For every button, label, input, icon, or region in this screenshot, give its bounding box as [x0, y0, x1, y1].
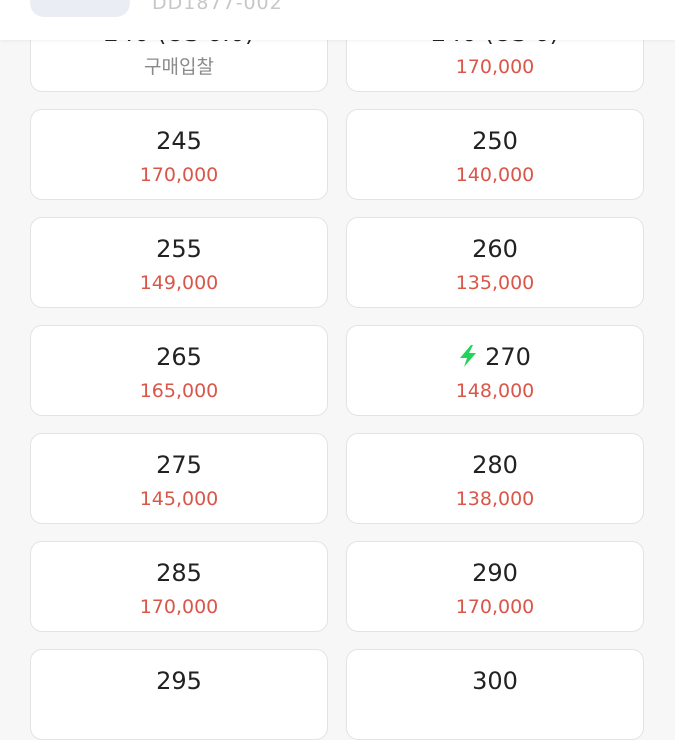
price-label: 148,000 — [455, 380, 535, 402]
size-label-with-icon: 270 — [347, 342, 643, 372]
size-label: 265 — [156, 343, 202, 371]
size-option-card[interactable]: 295 — [30, 649, 328, 740]
price-label: 135,000 — [455, 272, 535, 294]
price-label: 138,000 — [455, 488, 535, 510]
size-label: 295 — [156, 667, 202, 695]
size-option-card[interactable]: 300 — [346, 649, 644, 740]
size-label: 250 — [472, 127, 518, 155]
bid-label: 구매입찰 — [144, 56, 214, 78]
size-option-card[interactable]: 260 135,000 — [346, 217, 644, 308]
size-option-card[interactable]: 255 149,000 — [30, 217, 328, 308]
size-label: 275 — [156, 451, 202, 479]
price-label: 170,000 — [455, 596, 535, 618]
size-label: 280 — [472, 451, 518, 479]
size-label: 260 — [472, 235, 518, 263]
price-label: 170,000 — [455, 56, 535, 78]
size-option-card[interactable]: 275 145,000 — [30, 433, 328, 524]
product-header: DD1877-002 — [0, 0, 675, 40]
price-label: 145,000 — [139, 488, 219, 510]
size-price-grid: 240 (US 6.0) 구매입찰 240 (US 6) 170,000 245… — [0, 0, 675, 740]
size-label: 270 — [485, 343, 531, 371]
product-thumbnail — [30, 0, 130, 17]
price-label: 170,000 — [139, 596, 219, 618]
size-label: 255 — [156, 235, 202, 263]
price-label: 140,000 — [455, 164, 535, 186]
size-option-card[interactable]: 285 170,000 — [30, 541, 328, 632]
size-option-card[interactable]: 290 170,000 — [346, 541, 644, 632]
model-code: DD1877-002 — [152, 0, 283, 14]
size-label: 300 — [472, 667, 518, 695]
size-label: 245 — [156, 127, 202, 155]
size-label: 285 — [156, 559, 202, 587]
size-label: 290 — [472, 559, 518, 587]
size-option-card[interactable]: 245 170,000 — [30, 109, 328, 200]
size-option-card[interactable]: 265 165,000 — [30, 325, 328, 416]
size-option-card[interactable]: 270 148,000 — [346, 325, 644, 416]
price-label: 165,000 — [139, 380, 219, 402]
price-label: 149,000 — [139, 272, 219, 294]
size-option-card[interactable]: 250 140,000 — [346, 109, 644, 200]
lightning-bolt-icon — [460, 345, 477, 367]
size-option-card[interactable]: 280 138,000 — [346, 433, 644, 524]
price-label: 170,000 — [139, 164, 219, 186]
